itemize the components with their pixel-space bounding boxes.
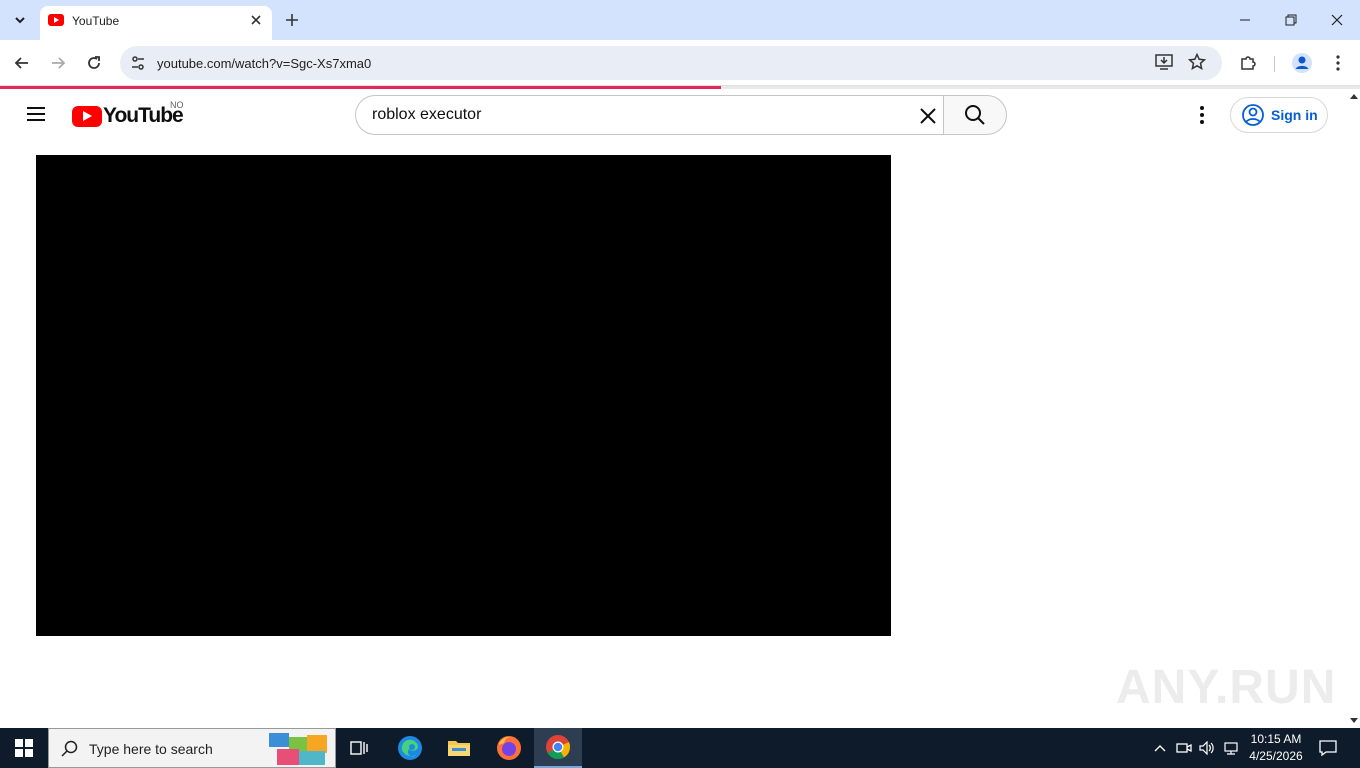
network-button[interactable] — [1221, 738, 1241, 758]
volume-button[interactable] — [1197, 738, 1217, 758]
chrome-icon — [546, 735, 571, 760]
network-icon — [1224, 742, 1238, 755]
search-icon — [965, 105, 985, 125]
youtube-favicon-icon — [48, 14, 64, 26]
address-bar[interactable]: youtube.com/watch?v=Sgc-Xs7xma0 — [120, 46, 1222, 80]
browser-toolbar: youtube.com/watch?v=Sgc-Xs7xma0 — [0, 40, 1360, 86]
install-icon — [1155, 54, 1173, 70]
tab-search-button[interactable] — [6, 6, 34, 34]
youtube-play-icon — [72, 106, 102, 127]
search-highlight-puzzle-icon — [269, 733, 327, 765]
browser-tab-strip: YouTube — [0, 0, 1360, 40]
video-player[interactable] — [36, 155, 891, 636]
page-scrollbar[interactable] — [1348, 89, 1360, 728]
notification-icon — [1319, 740, 1337, 756]
minimize-button[interactable] — [1222, 0, 1268, 40]
site-info-button[interactable] — [126, 51, 150, 75]
tune-icon — [132, 56, 144, 70]
scroll-down-icon — [1350, 718, 1358, 723]
tab-close-button[interactable] — [246, 10, 266, 30]
task-view-icon — [350, 741, 368, 755]
volume-icon — [1199, 741, 1214, 755]
windows-icon — [15, 739, 33, 757]
plus-icon — [286, 14, 298, 26]
scroll-up-icon — [1350, 94, 1358, 99]
file-explorer-button[interactable] — [435, 728, 483, 768]
chrome-menu-button[interactable] — [1323, 48, 1353, 78]
edge-button[interactable] — [386, 728, 434, 768]
clock-date[interactable]: 4/25/2026 — [1246, 749, 1306, 763]
search-icon — [61, 740, 78, 757]
back-button[interactable] — [7, 48, 37, 78]
bookmark-star-button[interactable] — [1186, 51, 1208, 73]
notifications-button[interactable] — [1318, 738, 1338, 758]
account-circle-icon — [1242, 104, 1264, 126]
search-box — [355, 95, 944, 135]
taskbar-search-box[interactable]: Type here to search — [48, 728, 336, 768]
search-input[interactable] — [372, 96, 912, 134]
minimize-icon — [1240, 19, 1250, 21]
reload-button[interactable] — [79, 48, 109, 78]
youtube-masthead: YouTube NO Sign in — [0, 89, 1348, 141]
firefox-icon — [497, 736, 521, 760]
edge-icon — [398, 736, 422, 760]
camera-icon — [1176, 743, 1192, 753]
task-view-button[interactable] — [336, 728, 384, 768]
windows-taskbar: Type here to search 10:15 AM 4/25/2026 — [0, 728, 1360, 768]
close-window-button[interactable] — [1314, 0, 1360, 40]
guide-menu-button[interactable] — [22, 103, 50, 127]
close-icon — [920, 108, 936, 124]
show-hidden-icons-button[interactable] — [1150, 738, 1170, 758]
restore-button[interactable] — [1268, 0, 1314, 40]
sign-in-button[interactable]: Sign in — [1230, 97, 1328, 133]
arrow-right-icon — [52, 57, 66, 69]
taskbar-search-placeholder: Type here to search — [89, 741, 213, 757]
meet-now-button[interactable] — [1174, 738, 1194, 758]
file-explorer-icon — [448, 741, 470, 756]
chrome-button[interactable] — [534, 728, 582, 768]
star-icon — [1188, 53, 1206, 71]
toolbar-divider — [1274, 56, 1275, 72]
search-button[interactable] — [943, 95, 1007, 135]
profile-button[interactable] — [1287, 48, 1317, 78]
clock-time[interactable]: 10:15 AM — [1248, 732, 1304, 746]
puzzle-icon — [1241, 56, 1256, 70]
profile-icon — [1292, 53, 1312, 73]
arrow-left-icon — [14, 57, 28, 69]
country-code: NO — [170, 100, 184, 110]
install-app-button[interactable] — [1154, 52, 1176, 74]
tab-title: YouTube — [72, 14, 120, 28]
youtube-logo[interactable]: YouTube — [72, 104, 184, 128]
browser-tab-active[interactable]: YouTube — [40, 6, 272, 40]
search-clear-button[interactable] — [916, 104, 940, 128]
sign-in-label: Sign in — [1271, 107, 1318, 123]
restore-icon — [1285, 14, 1297, 26]
anyrun-watermark: ANY.RUN — [1116, 661, 1337, 714]
settings-more-button[interactable] — [1190, 103, 1214, 127]
start-button[interactable] — [0, 728, 48, 768]
firefox-button[interactable] — [485, 728, 533, 768]
chevron-down-icon — [15, 17, 25, 24]
url-text[interactable]: youtube.com/watch?v=Sgc-Xs7xma0 — [157, 56, 371, 71]
forward-button[interactable] — [43, 48, 73, 78]
more-vertical-icon — [1336, 55, 1340, 71]
new-tab-button[interactable] — [280, 8, 304, 32]
close-icon — [1331, 14, 1343, 26]
close-icon — [251, 15, 261, 25]
chevron-up-icon — [1154, 745, 1166, 752]
reload-icon — [88, 56, 100, 69]
extensions-button[interactable] — [1233, 48, 1263, 78]
